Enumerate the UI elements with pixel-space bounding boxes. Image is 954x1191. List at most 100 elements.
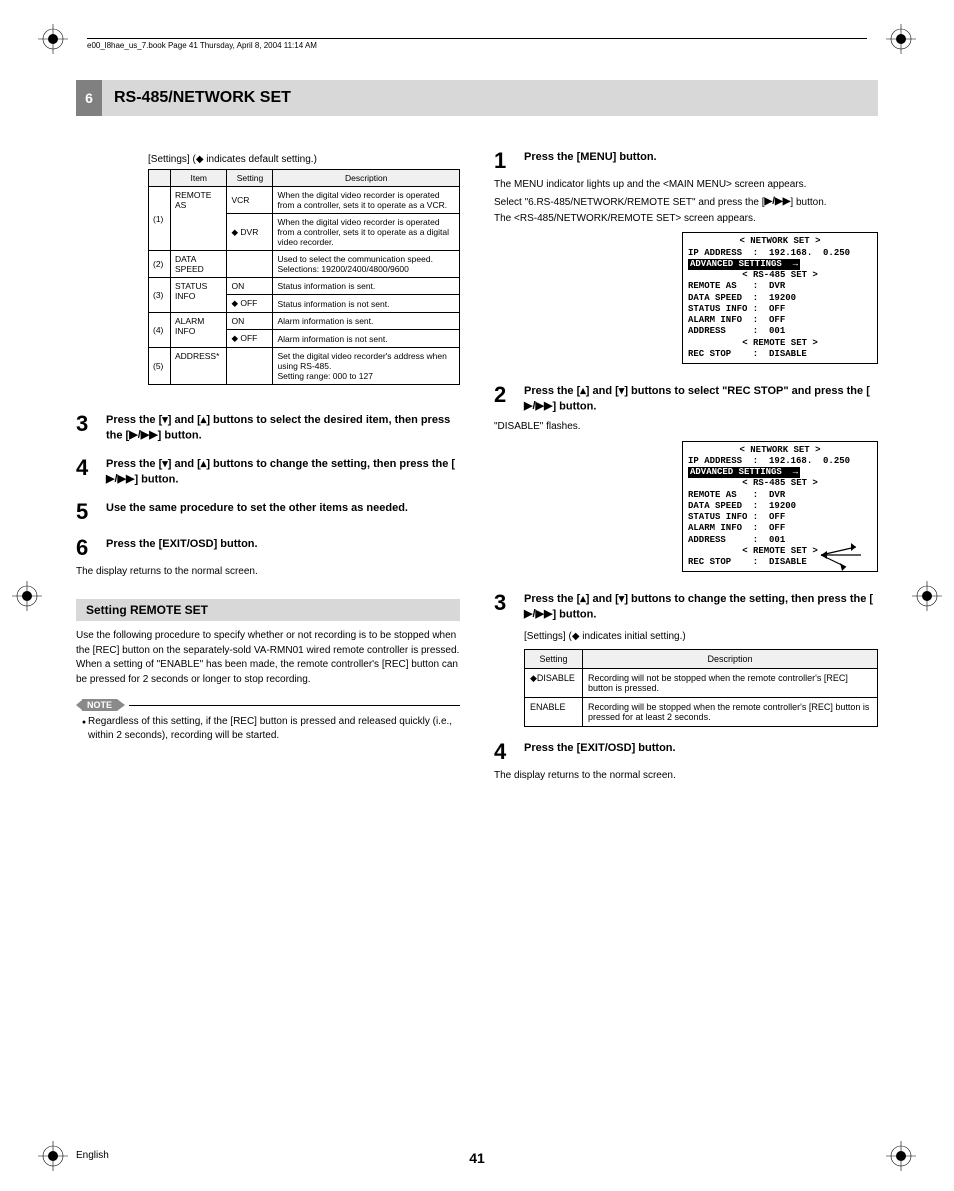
step-text: Press the [MENU] button. [524,150,657,165]
row-index: (5) [149,348,171,385]
step: 5 Use the same procedure to set the othe… [76,501,460,523]
paragraph: The MENU indicator lights up and the <MA… [494,178,878,193]
table-row: (5)ADDRESS* Set the digital video recorde… [149,348,460,385]
col-desc: Description [583,649,878,668]
item-cell: REMOTE AS [171,187,227,251]
chapter-title: RS-485/NETWORK SET [102,80,291,116]
paragraph: Select "6.RS-485/NETWORK/REMOTE SET" and… [494,195,878,210]
setting-cell: ENABLE [525,697,583,726]
table-row: ENABLERecording will be stopped when the… [525,697,878,726]
desc-cell: Alarm information is sent. [273,313,460,330]
col-desc: Description [273,170,460,187]
row-index: (2) [149,251,171,278]
step: 4 Press the [▾] and [▴] buttons to chang… [76,457,460,487]
section-heading: Setting REMOTE SET [76,599,460,621]
desc-cell: Used to select the communication speed. … [273,251,460,278]
setting-cell: ◆DISABLE [525,668,583,697]
osd-highlight: ADVANCED SETTINGS → [688,467,800,478]
settings-legend: [Settings] (◆ indicates default setting.… [148,154,460,165]
note-header: NOTE [76,699,460,711]
item-cell: ALARM INFO [171,313,227,348]
legend-post: indicates default setting.) [204,154,317,165]
settings-table: Item Setting Description (1)REMOTE ASVCR… [148,169,460,385]
setting-cell: VCR [227,187,273,214]
item-cell: STATUS INFO [171,278,227,313]
chapter-header: 6 RS-485/NETWORK SET [76,80,878,116]
note-list: Regardless of this setting, if the [REC]… [76,715,460,743]
callout-arrow-icon [811,537,881,577]
paragraph: "DISABLE" flashes. [494,420,878,435]
step-number: 2 [494,384,524,406]
step-text: Use the same procedure to set the other … [106,501,408,516]
setting-cell: ◆ DVR [227,214,273,251]
setting-cell: ◆ OFF [227,295,273,313]
osd-highlight: ADVANCED SETTINGS → [688,259,800,270]
chapter-number: 6 [76,80,102,116]
desc-cell: Recording will be stopped when the remot… [583,697,878,726]
diamond-icon: ◆ [196,154,204,165]
step: 1 Press the [MENU] button. [494,150,878,172]
setting-cell: ON [227,313,273,330]
step-number: 3 [494,592,524,614]
desc-cell: Set the digital video recorder's address… [273,348,460,385]
step-number: 5 [76,501,106,523]
desc-cell: Status information is sent. [273,278,460,295]
step: 4 Press the [EXIT/OSD] button. [494,741,878,763]
step-number: 3 [76,413,106,435]
step-text: Press the [EXIT/OSD] button. [106,537,258,552]
play-ff-icon: ▶/▶▶ [129,428,157,443]
right-column: 1 Press the [MENU] button. The MENU indi… [494,150,878,783]
page-number: 41 [469,1150,485,1166]
step-text: Press the [▾] and [▴] buttons to select … [106,413,460,443]
book-metadata: e00_l8hae_us_7.book Page 41 Thursday, Ap… [87,38,867,50]
step-text: Press the [▴] and [▾] buttons to select … [524,384,878,414]
osd-screen: < NETWORK SET > IP ADDRESS : 192.168. 0.… [682,232,878,364]
page-footer: English 41 [76,1150,878,1161]
table-row: (4)ALARM INFOONAlarm information is sent… [149,313,460,330]
step: 3 Press the [▴] and [▾] buttons to chang… [494,592,878,622]
table-row: (3)STATUS INFOONStatus information is se… [149,278,460,295]
triangle-right-icon [117,699,125,711]
row-index: (3) [149,278,171,313]
setting-cell: ON [227,278,273,295]
setting-cell [227,251,273,278]
col-setting: Setting [525,649,583,668]
step-number: 6 [76,537,106,559]
play-ff-icon: ▶/▶▶ [524,607,552,622]
table-row: (2)DATA SPEED Used to select the communic… [149,251,460,278]
setting-cell: ◆ OFF [227,330,273,348]
item-cell: DATA SPEED [171,251,227,278]
paragraph: Use the following procedure to specify w… [76,629,460,687]
step-number: 4 [494,741,524,763]
step: 6 Press the [EXIT/OSD] button. [76,537,460,559]
left-column: [Settings] (◆ indicates default setting.… [76,150,460,783]
note-bullet: Regardless of this setting, if the [REC]… [88,715,460,743]
settings-table-2: Setting Description ◆DISABLERecording wi… [524,649,878,727]
desc-cell: Recording will not be stopped when the r… [583,668,878,697]
step-text: Press the [▴] and [▾] buttons to change … [524,592,878,622]
osd-screen: < NETWORK SET > IP ADDRESS : 192.168. 0.… [682,441,878,573]
footer-language: English [76,1150,109,1161]
step-number: 4 [76,457,106,479]
desc-cell: Status information is not sent. [273,295,460,313]
table-row: ◆DISABLERecording will not be stopped wh… [525,668,878,697]
row-index: (4) [149,313,171,348]
col-item: Item [171,170,227,187]
col-setting: Setting [227,170,273,187]
play-ff-icon: ▶/▶▶ [765,195,791,210]
table-row: (1)REMOTE ASVCRWhen the digital video re… [149,187,460,214]
book-metadata-text: e00_l8hae_us_7.book Page 41 Thursday, Ap… [87,41,317,50]
diamond-icon: ◆ [572,631,580,642]
paragraph: The <RS-485/NETWORK/REMOTE SET> screen a… [494,212,878,227]
play-ff-icon: ▶/▶▶ [106,472,134,487]
note-label: NOTE [82,699,117,711]
paragraph: The display returns to the normal screen… [494,769,878,784]
settings-legend: [Settings] (◆ indicates initial setting.… [524,630,878,645]
step: 2 Press the [▴] and [▾] buttons to selec… [494,384,878,414]
item-cell: ADDRESS* [171,348,227,385]
step-text: Press the [EXIT/OSD] button. [524,741,676,756]
desc-cell: When the digital video recorder is opera… [273,187,460,214]
step: 3 Press the [▾] and [▴] buttons to selec… [76,413,460,443]
desc-cell: When the digital video recorder is opera… [273,214,460,251]
row-index: (1) [149,187,171,251]
